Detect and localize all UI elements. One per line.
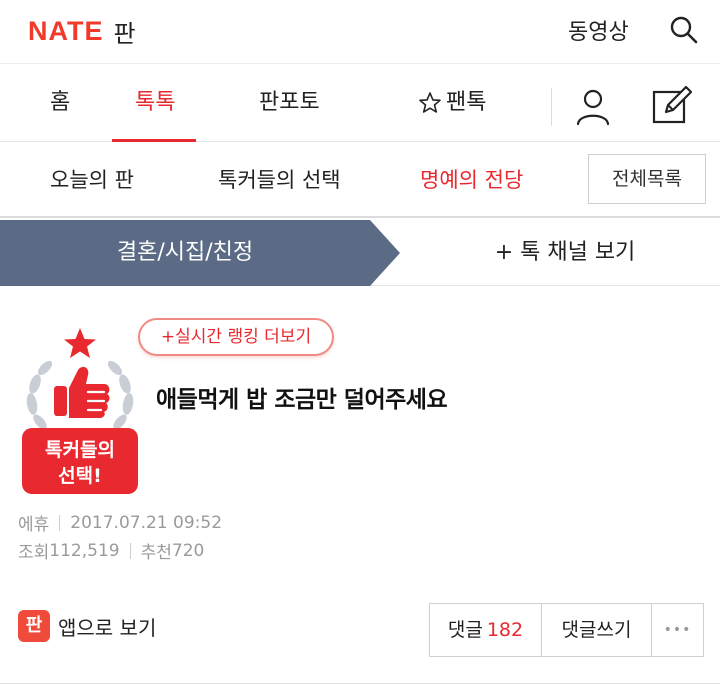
video-link[interactable]: 동영상 — [568, 14, 629, 46]
nav-home[interactable]: 홈 — [50, 64, 70, 142]
article-title: 애들먹게 밥 조금만 덜어주세요 — [156, 387, 448, 413]
thumbs-up-icon — [54, 366, 110, 418]
author-name[interactable]: 에휴 — [18, 510, 49, 535]
star-icon — [64, 328, 96, 358]
subnav-tokker-choice[interactable]: 톡커들의 선택 — [218, 142, 341, 218]
subnav-hall-of-fame[interactable]: 명예의 전당 — [420, 142, 523, 218]
search-icon[interactable] — [668, 14, 700, 46]
more-channels-button[interactable]: + 톡 채널 보기 — [410, 220, 720, 286]
comments-count: 182 — [486, 619, 524, 641]
subnav-today[interactable]: 오늘의 판 — [50, 142, 134, 218]
all-list-button[interactable]: 전체목록 — [588, 154, 706, 204]
nav-panphoto[interactable]: 판포토 — [259, 64, 320, 142]
top-header: NATE 판 동영상 — [0, 0, 720, 64]
article-meta-author: 에휴 2017.07.21 09:52 — [18, 510, 223, 536]
views-count: 112,519 — [49, 540, 120, 561]
comments-label: 댓글 — [447, 619, 483, 641]
nav-fantok-label: 팬톡 — [446, 90, 487, 115]
meta-separator — [59, 514, 61, 531]
nate-logo[interactable]: NATE 판 — [28, 14, 136, 49]
write-icon[interactable] — [650, 84, 694, 128]
meta-separator — [129, 542, 131, 559]
pan-app-icon: 판 — [18, 610, 50, 642]
star-icon — [419, 92, 441, 113]
nav-divider — [551, 88, 552, 126]
app-view-label: 앱으로 보기 — [58, 615, 157, 640]
active-channel-label: 결혼/시집/친정 — [116, 240, 254, 265]
comment-actions: 댓글 182 댓글쓰기 ••• — [429, 603, 704, 657]
comments-button[interactable]: 댓글 182 — [430, 604, 542, 656]
app-view-link[interactable]: 판 앱으로 보기 — [18, 610, 156, 642]
post-datetime: 2017.07.21 09:52 — [70, 512, 223, 533]
more-options-button[interactable]: ••• — [652, 604, 703, 656]
badge-line2: 선택! — [58, 465, 102, 487]
user-icon[interactable] — [572, 86, 614, 128]
views-label: 조회 — [18, 543, 50, 563]
recommend-label: 추천 — [140, 543, 172, 563]
nav-fantok[interactable]: 팬톡 — [418, 64, 486, 142]
recommend-count: 720 — [171, 540, 205, 561]
logo-pan: 판 — [113, 20, 136, 48]
active-channel-tab[interactable]: 결혼/시집/친정 — [0, 220, 400, 286]
nav-toktok[interactable]: 톡톡 — [135, 64, 175, 142]
badge-line1: 톡커들의 — [45, 439, 115, 461]
sub-nav: 오늘의 판 톡커들의 선택 명예의 전당 전체목록 — [0, 142, 720, 218]
realtime-ranking-button[interactable]: +실시간 랭킹 더보기 — [138, 318, 334, 356]
logo-nate: NATE — [28, 16, 104, 46]
main-nav: 홈 톡톡 판포토 팬톡 — [0, 64, 720, 142]
tokker-choice-badge: 톡커들의 선택! — [18, 322, 142, 496]
write-comment-button[interactable]: 댓글쓰기 — [542, 604, 652, 656]
channel-bar: 결혼/시집/친정 + 톡 채널 보기 — [0, 220, 720, 286]
article-meta-stats: 조회 112,519 추천 720 — [18, 538, 205, 564]
